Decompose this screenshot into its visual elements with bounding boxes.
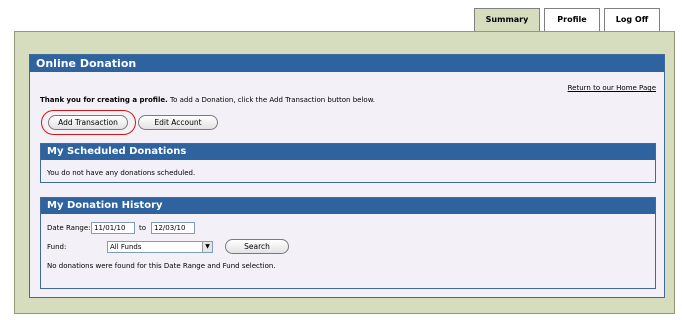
date-to-label: to [139,224,147,232]
search-button[interactable]: Search [225,239,289,254]
edit-account-label: Edit Account [154,118,202,127]
edit-account-button[interactable]: Edit Account [138,115,218,130]
date-from-input[interactable]: 11/01/10 [91,222,135,234]
online-donation-panel: Online Donation Return to our Home Page … [29,54,665,298]
donation-history-panel: My Donation History Date Range: 11/01/10… [40,197,656,289]
panel-title: Online Donation [30,55,664,72]
no-donations-message: No donations were found for this Date Ra… [47,262,276,270]
fund-selected-value: All Funds [110,243,142,251]
scheduled-donations-panel: My Scheduled Donations You do not have a… [40,143,656,183]
scheduled-donations-message: You do not have any donations scheduled. [47,169,196,177]
date-to-input[interactable]: 12/03/10 [151,222,195,234]
tab-log-off[interactable]: Log Off [604,8,660,32]
welcome-instruction-text: To add a Donation, click the Add Transac… [167,96,375,104]
chevron-down-icon[interactable]: ▼ [202,242,212,252]
welcome-bold-text: Thank you for creating a profile. [40,96,168,104]
fund-select[interactable]: All Funds ▼ [107,241,213,253]
date-range-label: Date Range: [47,224,91,232]
add-transaction-label: Add Transaction [58,118,118,127]
return-home-link[interactable]: Return to our Home Page [568,84,656,92]
fund-label: Fund: [47,243,67,251]
page-frame: Online Donation Return to our Home Page … [14,31,675,314]
search-button-label: Search [244,242,270,251]
welcome-message: Thank you for creating a profile. To add… [40,96,375,104]
add-transaction-button[interactable]: Add Transaction [48,115,128,130]
tab-profile[interactable]: Profile [544,8,600,32]
tab-summary[interactable]: Summary [474,8,540,32]
donation-history-title: My Donation History [41,198,655,214]
scheduled-donations-title: My Scheduled Donations [41,144,655,160]
